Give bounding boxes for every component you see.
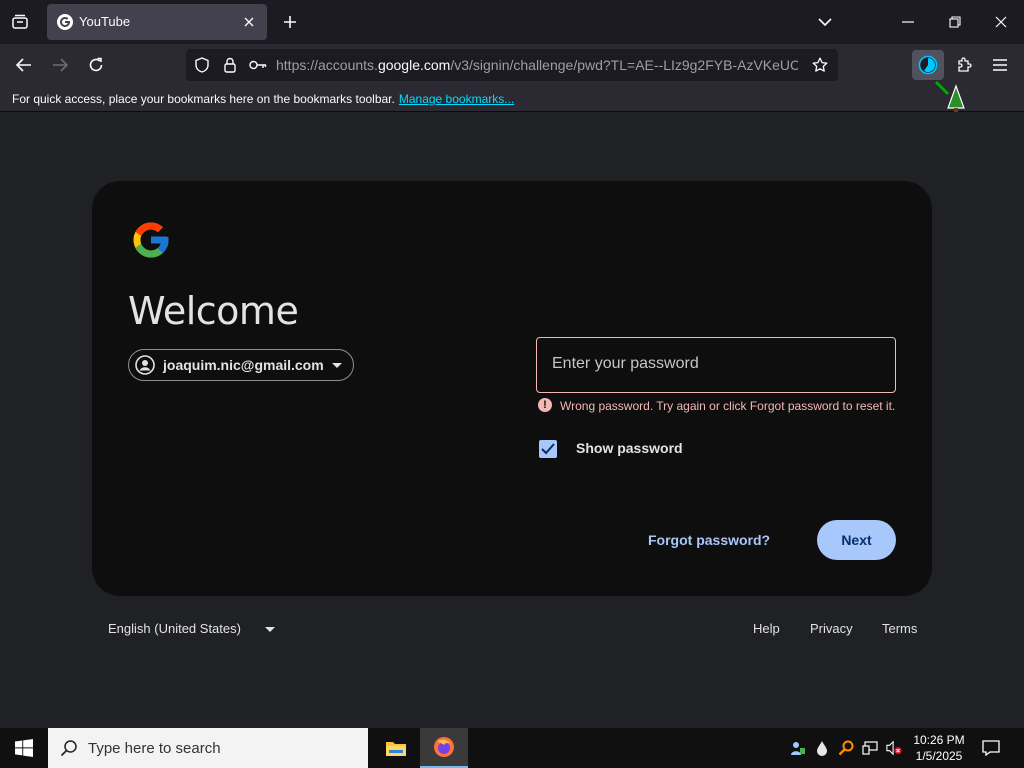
taskbar-search-box[interactable]: Type here to search bbox=[48, 728, 368, 768]
forgot-password-link[interactable]: Forgot password? bbox=[648, 532, 770, 548]
page-title: Welcome bbox=[128, 289, 299, 333]
google-logo-icon bbox=[133, 222, 169, 258]
browser-tab-bar: YouTube bbox=[0, 0, 1024, 44]
bookmarks-hint: For quick access, place your bookmarks h… bbox=[12, 92, 515, 106]
bookmarks-toolbar: For quick access, place your bookmarks h… bbox=[0, 86, 1024, 112]
key-icon[interactable] bbox=[248, 55, 268, 75]
checkmark-icon bbox=[541, 443, 555, 455]
tab-title: YouTube bbox=[79, 14, 131, 29]
tab-overflow-chevron-icon[interactable] bbox=[811, 8, 839, 36]
account-email: joaquim.nic@gmail.com bbox=[163, 357, 324, 373]
page-content: Welcome joaquim.nic@gmail.com ! Wrong pa… bbox=[0, 113, 1024, 728]
shield-icon[interactable] bbox=[192, 55, 212, 75]
windows-taskbar: Type here to search 10:26 PM 1/5/2025 bbox=[0, 728, 1024, 768]
forward-arrow-icon[interactable] bbox=[46, 51, 74, 79]
network-tray-icon[interactable] bbox=[862, 740, 878, 756]
bookmark-star-icon[interactable] bbox=[810, 55, 830, 75]
next-button[interactable]: Next bbox=[817, 520, 896, 560]
terms-link[interactable]: Terms bbox=[882, 621, 917, 636]
clock-date: 1/5/2025 bbox=[915, 749, 963, 763]
language-dropdown-icon[interactable] bbox=[265, 627, 275, 632]
drop-tray-icon[interactable] bbox=[814, 740, 830, 756]
show-password-label[interactable]: Show password bbox=[576, 440, 683, 456]
close-window-icon[interactable] bbox=[987, 8, 1015, 36]
notification-center-icon[interactable] bbox=[980, 738, 1002, 758]
clock-time: 10:26 PM bbox=[913, 733, 965, 747]
restore-window-icon[interactable] bbox=[941, 8, 969, 36]
signin-card: Welcome joaquim.nic@gmail.com ! Wrong pa… bbox=[92, 181, 932, 596]
search-icon bbox=[60, 740, 77, 757]
manage-bookmarks-link[interactable]: Manage bookmarks... bbox=[399, 92, 514, 106]
account-chip[interactable]: joaquim.nic@gmail.com bbox=[128, 349, 354, 381]
extensions-puzzle-icon[interactable] bbox=[950, 51, 978, 79]
file-explorer-icon[interactable] bbox=[372, 728, 420, 768]
error-icon: ! bbox=[538, 398, 552, 412]
account-circle-icon bbox=[135, 355, 155, 375]
windows-start-icon[interactable] bbox=[0, 728, 48, 768]
people-tray-icon[interactable] bbox=[790, 740, 806, 756]
magnifier-tray-icon[interactable] bbox=[838, 740, 854, 756]
hamburger-menu-icon[interactable] bbox=[986, 51, 1014, 79]
show-password-checkbox[interactable] bbox=[539, 440, 557, 458]
lock-icon[interactable] bbox=[220, 55, 240, 75]
url-bar[interactable]: https://accounts.google.com/v3/signin/ch… bbox=[186, 49, 838, 81]
cursor-icon bbox=[934, 80, 965, 112]
active-tab[interactable]: YouTube bbox=[47, 4, 267, 40]
google-favicon-icon bbox=[57, 14, 73, 30]
language-selector[interactable]: English (United States) bbox=[108, 621, 241, 636]
password-field[interactable] bbox=[536, 337, 896, 393]
search-placeholder: Type here to search bbox=[88, 740, 221, 757]
password-error-message: Wrong password. Try again or click Forgo… bbox=[560, 399, 896, 413]
privacy-link[interactable]: Privacy bbox=[810, 621, 853, 636]
firefox-taskbar-icon[interactable] bbox=[420, 728, 468, 768]
help-link[interactable]: Help bbox=[753, 621, 780, 636]
taskbar-clock[interactable]: 10:26 PM 1/5/2025 bbox=[906, 732, 972, 764]
close-tab-icon[interactable] bbox=[239, 12, 259, 32]
tab-list-icon[interactable] bbox=[8, 10, 32, 34]
back-arrow-icon[interactable] bbox=[10, 51, 38, 79]
url-text[interactable]: https://accounts.google.com/v3/signin/ch… bbox=[276, 57, 798, 73]
minimize-window-icon[interactable] bbox=[894, 8, 922, 36]
extension-active-icon[interactable] bbox=[912, 50, 944, 80]
volume-muted-icon[interactable] bbox=[886, 740, 902, 756]
password-input[interactable] bbox=[552, 355, 872, 373]
new-tab-plus-icon[interactable] bbox=[278, 10, 302, 34]
browser-nav-bar: https://accounts.google.com/v3/signin/ch… bbox=[0, 44, 1024, 86]
chevron-down-icon bbox=[331, 362, 342, 368]
reload-icon[interactable] bbox=[82, 51, 110, 79]
